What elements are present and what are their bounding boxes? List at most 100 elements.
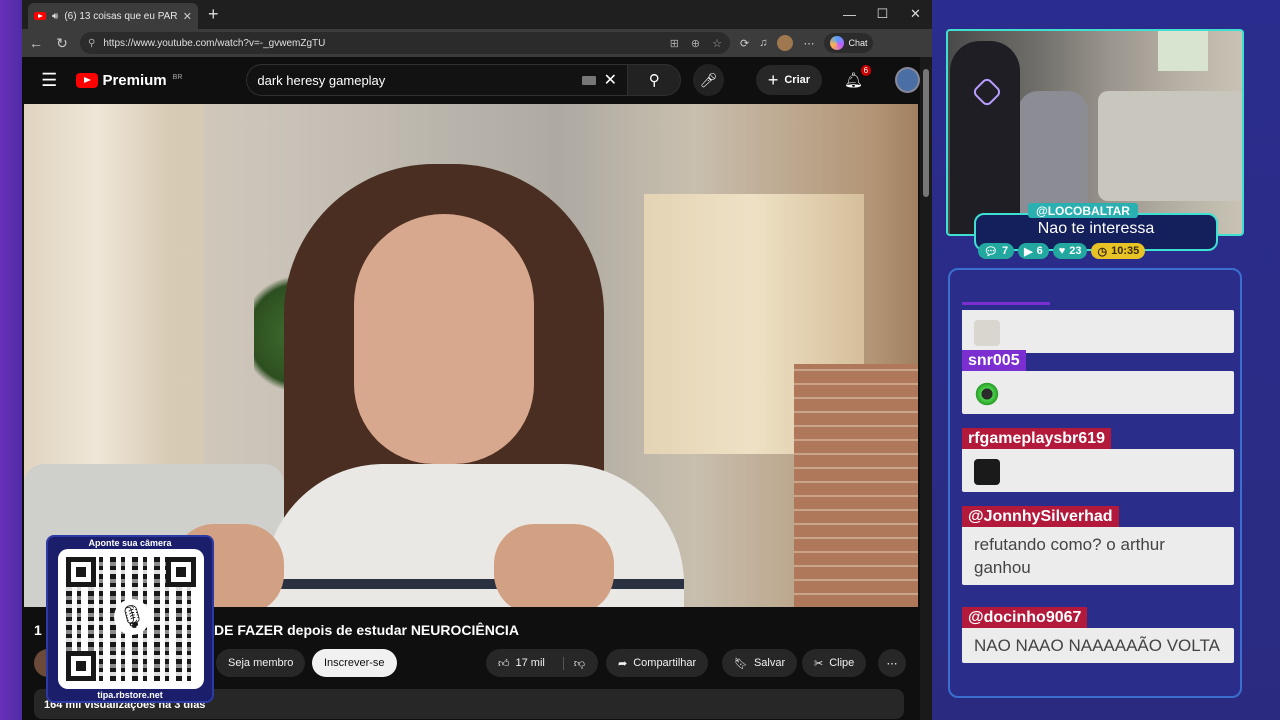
chat-message-body: refutando como? o arthur ganhou xyxy=(962,527,1234,585)
copilot-icon xyxy=(830,36,845,50)
back-icon[interactable]: ← xyxy=(28,35,44,51)
stream-clock: ◷ 10:35 xyxy=(1091,243,1146,259)
browser-tab[interactable]: 🔊︎ (6) 13 coisas que eu PAREI DE ✕ xyxy=(28,3,198,29)
chat-message-body: NAO NAAO NAAAAAÃO VOLTA xyxy=(962,628,1234,663)
speaker-icon[interactable]: 🔊︎ xyxy=(52,11,58,22)
menu-icon[interactable]: ☰ xyxy=(34,70,64,91)
video-icon: ▶ xyxy=(1024,245,1033,258)
youtube-logo[interactable]: Premium BR xyxy=(76,72,182,89)
qr-code: 🎙︎ xyxy=(58,549,204,689)
more-menu-icon[interactable]: ⋯ xyxy=(803,37,814,50)
gaming-chair xyxy=(950,41,1020,234)
profile-avatar[interactable] xyxy=(895,67,921,93)
maximize-icon[interactable]: ☐ xyxy=(866,0,899,28)
scrollbar-thumb[interactable] xyxy=(923,69,929,197)
chat-message: snr005 xyxy=(962,350,1234,414)
share-button[interactable]: ➦ Compartilhar xyxy=(606,649,709,677)
voice-search-button[interactable]: 🎤︎ xyxy=(693,64,724,96)
more-actions-button[interactable]: ⋯ xyxy=(878,649,906,677)
chat-username xyxy=(962,302,1050,305)
qr-caption: Aponte sua câmera xyxy=(88,538,172,548)
chat-message: @docinho9067 NAO NAAO NAAAAAÃO VOLTA xyxy=(962,607,1234,663)
clear-search-icon[interactable]: ✕ xyxy=(604,70,617,90)
create-label: Criar xyxy=(784,74,811,86)
search-icon: ⚲ xyxy=(648,72,660,89)
favorite-star-icon[interactable]: ☆ xyxy=(712,37,722,50)
chat-count: 💬︎ 7 xyxy=(978,243,1015,259)
qr-url: tipa.rbstore.net xyxy=(97,690,163,700)
chat-username: snr005 xyxy=(962,350,1026,371)
heart-icon: ♥ xyxy=(1058,245,1066,257)
tab-bar: 🔊︎ (6) 13 coisas que eu PAREI DE ✕ + — ☐… xyxy=(22,0,932,29)
notification-count: 6 xyxy=(860,65,872,76)
close-tab-icon[interactable]: ✕ xyxy=(183,10,192,23)
clock-icon: ◷ xyxy=(1097,245,1108,258)
youtube-favicon-icon xyxy=(34,12,46,20)
chat-panel: snr005 rfgameplaysbr619 @JonnhySilverhad… xyxy=(948,268,1242,698)
chat-username: @docinho9067 xyxy=(962,607,1088,628)
site-info-icon[interactable]: ⚲ xyxy=(88,38,95,49)
address-bar: ← ↻ ⚲ https://www.youtube.com/watch?v=-_… xyxy=(22,29,932,57)
chat-message: rfgameplaysbr619 xyxy=(962,428,1234,492)
share-icon: ➦ xyxy=(618,657,628,670)
chat-message-body xyxy=(962,371,1234,414)
save-button[interactable]: 🔖︎ Salvar xyxy=(722,649,798,677)
video-player[interactable] xyxy=(24,104,918,607)
logo-text: Premium xyxy=(102,71,167,89)
more-icon: ⋯ xyxy=(886,657,898,670)
create-button[interactable]: + Criar xyxy=(755,65,823,95)
microphone-icon: 🎤︎ xyxy=(699,71,718,88)
notifications-button[interactable]: 🔔︎ 6 xyxy=(844,65,872,89)
app-icon[interactable]: ⊞ xyxy=(670,37,679,50)
keyboard-icon[interactable] xyxy=(581,75,596,85)
thumbs-up-icon: 👍︎ xyxy=(498,657,510,670)
chat-message: @JonnhySilverhad refutando como? o arthu… xyxy=(962,506,1234,585)
chat-message-body xyxy=(962,449,1234,492)
green-emote-icon xyxy=(974,381,1000,407)
bell-icon: 🔔︎ xyxy=(844,72,864,89)
youtube-logo-icon xyxy=(76,72,99,88)
zoom-icon[interactable]: ⊕ xyxy=(691,37,700,50)
stream-stats: 💬︎ 7 ▶ 6 ♥ 23 ◷ 10:35 xyxy=(978,243,1146,259)
minimize-icon[interactable]: — xyxy=(833,0,866,28)
url-actions: ⊞ ⊕ ☆ xyxy=(670,37,722,50)
plus-icon: + xyxy=(767,69,779,90)
extensions-icon[interactable]: ⟳ xyxy=(740,37,749,50)
page-scrollbar[interactable] xyxy=(920,57,932,720)
video-scene xyxy=(24,104,204,504)
search-button[interactable]: ⚲ xyxy=(628,64,682,96)
heart-count: ♥ 23 xyxy=(1052,243,1088,259)
streamer-username: @LOCOBALTAR xyxy=(1028,203,1138,218)
microphone-head-icon: 🎙︎ xyxy=(114,599,150,635)
chat-message-body xyxy=(962,310,1234,353)
speaker-emote-icon xyxy=(974,459,1000,485)
chat-username: rfgameplaysbr619 xyxy=(962,428,1111,449)
chat-label: Chat xyxy=(848,38,868,48)
search-value: dark heresy gameplay xyxy=(257,72,386,88)
cat-emote-icon xyxy=(974,320,1000,346)
join-button[interactable]: Seja membro xyxy=(216,649,306,677)
browser-profile-avatar[interactable] xyxy=(777,35,794,51)
url-field[interactable]: ⚲ https://www.youtube.com/watch?v=-_gvwe… xyxy=(80,32,730,54)
video-count: ▶ 6 xyxy=(1018,243,1049,259)
region-code: BR xyxy=(172,73,183,81)
window-controls: — ☐ ✕ xyxy=(833,0,932,28)
chat-username: @JonnhySilverhad xyxy=(962,506,1119,527)
chat-icon: 💬︎ xyxy=(984,245,998,258)
search-input[interactable]: dark heresy gameplay ✕ xyxy=(246,64,629,96)
new-tab-icon[interactable]: + xyxy=(208,4,219,25)
url-text: https://www.youtube.com/watch?v=-_gvwemZ… xyxy=(103,37,326,49)
like-button[interactable]: 👍︎ 17 mil 👎︎ xyxy=(486,649,598,677)
close-icon[interactable]: ✕ xyxy=(899,0,932,28)
youtube-header: ☰ Premium BR dark heresy gameplay ✕ ⚲ 🎤︎… xyxy=(22,57,932,103)
music-icon[interactable]: ♫ xyxy=(759,37,767,49)
tab-title: (6) 13 coisas que eu PAREI DE xyxy=(64,10,177,22)
subscribe-button[interactable]: Inscrever-se xyxy=(312,649,397,677)
thumbs-down-icon[interactable]: 👎︎ xyxy=(562,656,585,670)
stream-status: Nao te interessa xyxy=(1037,220,1155,237)
clip-button[interactable]: ✂ Clipe xyxy=(802,649,867,677)
reload-icon[interactable]: ↻ xyxy=(54,35,70,52)
chair-logo-icon xyxy=(971,76,1003,108)
copilot-chat-button[interactable]: Chat xyxy=(824,33,874,53)
qr-card: Aponte sua câmera 🎙︎ tipa.rbstore.net xyxy=(46,535,214,703)
